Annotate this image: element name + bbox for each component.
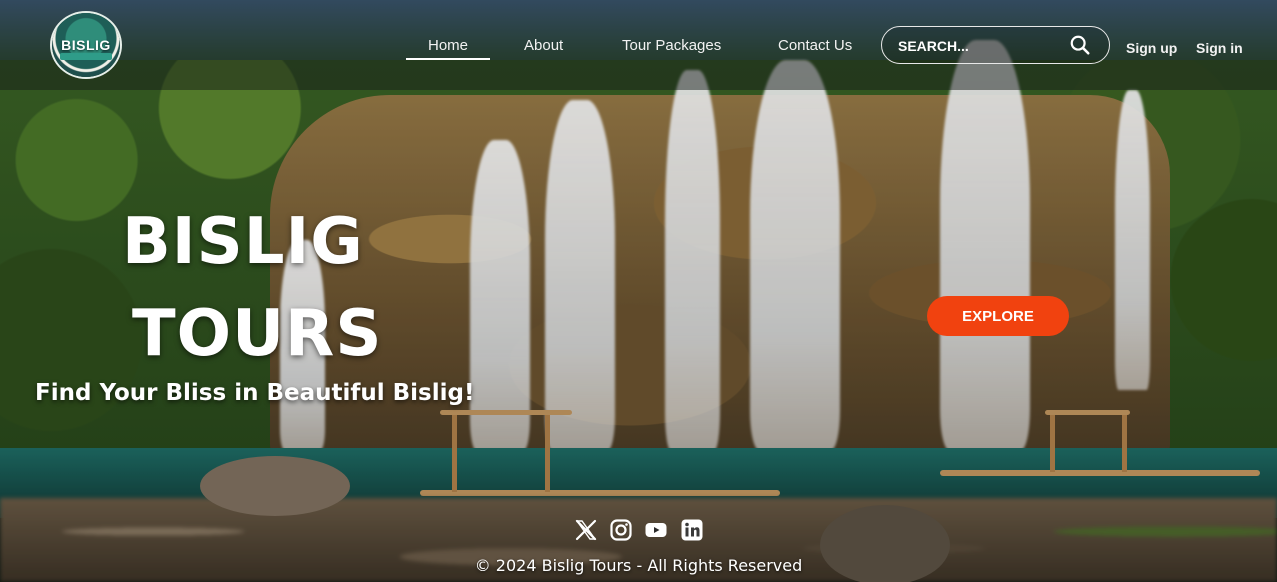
nav-active-indicator — [406, 58, 490, 60]
linkedin-icon[interactable] — [680, 518, 704, 542]
nav-tour-packages-link[interactable]: Tour Packages — [622, 37, 721, 54]
search-icon[interactable] — [1069, 34, 1091, 56]
nav-contact-us-link[interactable]: Contact Us — [778, 37, 852, 54]
nav-about-link[interactable]: About — [524, 37, 563, 54]
sign-in-link[interactable]: Sign in — [1196, 40, 1243, 56]
explore-button[interactable]: EXPLORE — [927, 296, 1069, 336]
hero-subtitle: Find Your Bliss in Beautiful Bislig! — [35, 380, 475, 406]
sign-up-link[interactable]: Sign up — [1126, 40, 1177, 56]
search-box — [881, 26, 1110, 64]
logo-text: BISLIG — [61, 37, 111, 53]
logo-ribbon — [60, 53, 112, 60]
hero-title-line2: TOURS — [132, 297, 383, 371]
search-input[interactable] — [896, 35, 1060, 57]
bislig-logo[interactable]: BISLIG — [52, 13, 120, 77]
hero-title-line1: BISLIG — [122, 205, 364, 279]
hero-background-image — [0, 0, 1277, 582]
youtube-icon[interactable] — [644, 518, 668, 542]
x-icon[interactable] — [574, 518, 598, 542]
copyright-text: © 2024 Bislig Tours - All Rights Reserve… — [474, 556, 803, 575]
instagram-icon[interactable] — [609, 518, 633, 542]
nav-home-link[interactable]: Home — [428, 37, 468, 54]
